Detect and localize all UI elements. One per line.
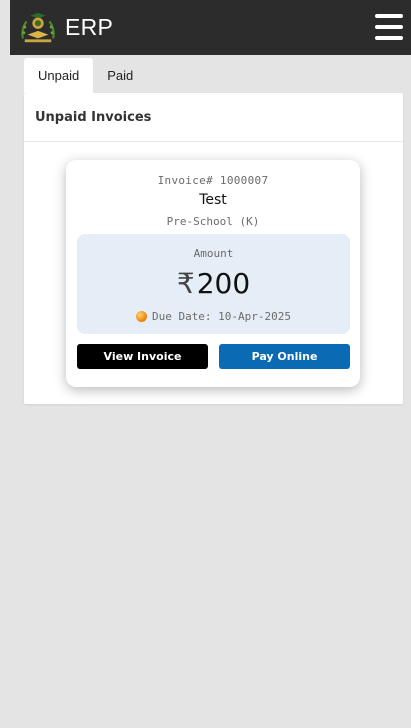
- unpaid-invoices-panel: Unpaid Invoices Invoice# 1000007 Test Pr…: [24, 93, 403, 404]
- tab-unpaid[interactable]: Unpaid: [24, 58, 94, 93]
- tab-paid[interactable]: Paid: [93, 58, 148, 93]
- app-bar: ERP: [10, 0, 411, 55]
- view-invoice-button[interactable]: View Invoice: [77, 344, 208, 369]
- invoice-name: Test: [199, 192, 227, 208]
- currency-symbol: ₹: [176, 267, 195, 300]
- amount-label: Amount: [193, 247, 234, 260]
- amount-value: ₹200: [77, 267, 350, 300]
- status-dot-icon: [135, 311, 147, 322]
- amount-box: Amount ₹200 Due Date: 10-Apr-2025: [77, 234, 350, 334]
- due-date-row: Due Date: 10-Apr-2025: [77, 310, 350, 323]
- invoice-card: Invoice# 1000007 Test Pre-School (K) Amo…: [66, 160, 360, 387]
- amount-number: 200: [196, 267, 251, 300]
- invoice-number: Invoice# 1000007: [157, 174, 269, 187]
- school-logo-icon: [21, 12, 55, 43]
- tab-bar: Unpaid Paid: [24, 58, 148, 94]
- app-title: ERP: [65, 14, 114, 40]
- pay-online-button[interactable]: Pay Online: [219, 344, 350, 369]
- panel-title: Unpaid Invoices: [24, 93, 403, 142]
- invoice-class: Pre-School (K): [166, 215, 260, 228]
- hamburger-menu-icon[interactable]: [375, 14, 403, 40]
- due-date: Due Date: 10-Apr-2025: [151, 310, 292, 323]
